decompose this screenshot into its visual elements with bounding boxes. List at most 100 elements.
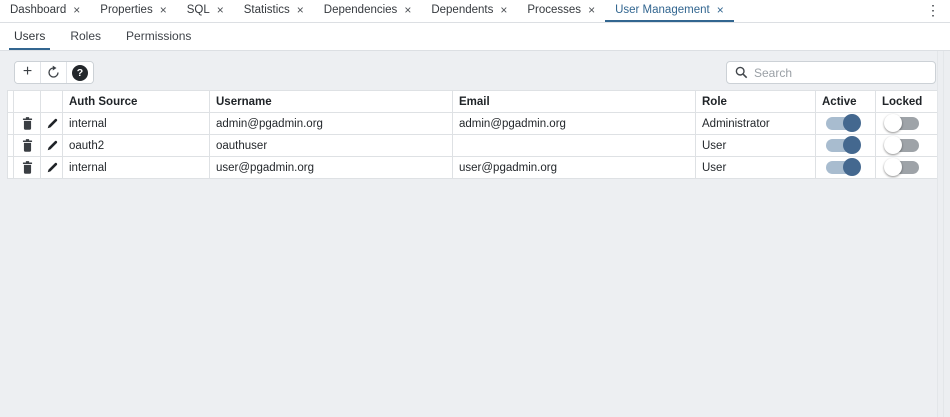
tab-users[interactable]: Users [9, 23, 50, 50]
edit-user-button[interactable] [41, 157, 63, 179]
edit-user-button[interactable] [41, 135, 63, 157]
tab-label: Dashboard [10, 4, 66, 16]
user-management-tab-bar: Users Roles Permissions [0, 23, 950, 51]
scrollbar-gutter[interactable] [937, 51, 950, 417]
column-header-active: Active [816, 91, 876, 113]
close-icon[interactable]: × [588, 4, 595, 16]
table-row: internal admin@pgadmin.org admin@pgadmin… [8, 113, 938, 135]
toggle-knob [843, 114, 861, 132]
toggle-knob [884, 114, 902, 132]
search-icon [735, 66, 748, 79]
toggle-knob [843, 158, 861, 176]
tab-label: Statistics [244, 4, 290, 16]
edit-user-button[interactable] [41, 113, 63, 135]
tab-dashboard[interactable]: Dashboard × [0, 0, 90, 22]
tab-roles[interactable]: Roles [65, 23, 106, 50]
close-icon[interactable]: × [717, 4, 724, 16]
cell-email: user@pgadmin.org [453, 157, 696, 179]
pencil-icon [41, 162, 62, 174]
column-header-username: Username [210, 91, 453, 113]
add-user-button[interactable]: + [15, 62, 41, 83]
close-icon[interactable]: × [297, 4, 304, 16]
tab-processes[interactable]: Processes × [517, 0, 605, 22]
locked-toggle[interactable] [886, 139, 919, 152]
cell-username: user@pgadmin.org [210, 157, 453, 179]
users-table: Auth Source Username Email Role Active L… [7, 90, 938, 179]
users-toolbar: + ? [0, 51, 950, 84]
cell-role[interactable]: User [696, 157, 816, 179]
cell-active [816, 135, 876, 157]
cell-auth-source: internal [63, 157, 210, 179]
column-header-role: Role [696, 91, 816, 113]
pencil-icon [41, 118, 62, 130]
tab-permissions[interactable]: Permissions [121, 23, 196, 50]
cell-auth-source: internal [63, 113, 210, 135]
plus-icon: + [23, 63, 32, 81]
active-toggle[interactable] [826, 161, 859, 174]
tab-label: Dependents [431, 4, 493, 16]
refresh-button[interactable] [41, 62, 67, 83]
help-button[interactable]: ? [67, 62, 93, 83]
tab-properties[interactable]: Properties × [90, 0, 176, 22]
cell-locked [876, 135, 938, 157]
delete-user-button[interactable] [14, 113, 41, 135]
delete-column-header [14, 91, 41, 113]
edit-column-header [41, 91, 63, 113]
subtab-label: Users [14, 29, 45, 43]
column-header-email: Email [453, 91, 696, 113]
refresh-icon [46, 65, 61, 80]
search-input[interactable] [754, 66, 927, 80]
close-icon[interactable]: × [500, 4, 507, 16]
trash-icon [14, 161, 40, 174]
tab-sql[interactable]: SQL × [177, 0, 234, 22]
users-panel: + ? [0, 51, 950, 417]
column-header-locked: Locked [876, 91, 938, 113]
tab-user-management[interactable]: User Management × [605, 0, 734, 22]
cell-role[interactable]: Administrator [696, 113, 816, 135]
toggle-knob [884, 158, 902, 176]
cell-username: oauthuser [210, 135, 453, 157]
active-toggle[interactable] [826, 117, 859, 130]
close-icon[interactable]: × [160, 4, 167, 16]
cell-username: admin@pgadmin.org [210, 113, 453, 135]
table-header-row: Auth Source Username Email Role Active L… [8, 91, 938, 113]
close-icon[interactable]: × [217, 4, 224, 16]
locked-toggle[interactable] [886, 117, 919, 130]
toggle-knob [884, 136, 902, 154]
cell-locked [876, 157, 938, 179]
tab-label: SQL [187, 4, 210, 16]
table-row: internal user@pgadmin.org user@pgadmin.o… [8, 157, 938, 179]
cell-auth-source: oauth2 [63, 135, 210, 157]
cell-active [816, 113, 876, 135]
active-toggle[interactable] [826, 139, 859, 152]
help-icon: ? [72, 65, 88, 81]
toggle-knob [843, 136, 861, 154]
search-box [726, 61, 936, 84]
cell-email [453, 135, 696, 157]
cell-role[interactable]: User [696, 135, 816, 157]
tab-label: User Management [615, 4, 710, 16]
column-header-auth-source: Auth Source [63, 91, 210, 113]
delete-user-button[interactable] [14, 157, 41, 179]
locked-toggle[interactable] [886, 161, 919, 174]
table-row: oauth2 oauthuser User [8, 135, 938, 157]
tab-statistics[interactable]: Statistics × [234, 0, 314, 22]
subtab-label: Permissions [126, 29, 191, 43]
tab-label: Dependencies [324, 4, 398, 16]
tab-label: Processes [527, 4, 581, 16]
subtab-label: Roles [70, 29, 101, 43]
tab-label: Properties [100, 4, 152, 16]
close-icon[interactable]: × [404, 4, 411, 16]
delete-user-button[interactable] [14, 135, 41, 157]
tab-dependents[interactable]: Dependents × [421, 0, 517, 22]
cell-email: admin@pgadmin.org [453, 113, 696, 135]
users-table-wrap: Auth Source Username Email Role Active L… [7, 90, 937, 179]
cell-active [816, 157, 876, 179]
kebab-menu-icon[interactable]: ⋮ [926, 0, 940, 21]
pencil-icon [41, 140, 62, 152]
close-icon[interactable]: × [73, 4, 80, 16]
main-tab-bar: Dashboard × Properties × SQL × Statistic… [0, 0, 950, 23]
cell-locked [876, 113, 938, 135]
trash-icon [14, 139, 40, 152]
tab-dependencies[interactable]: Dependencies × [314, 0, 422, 22]
